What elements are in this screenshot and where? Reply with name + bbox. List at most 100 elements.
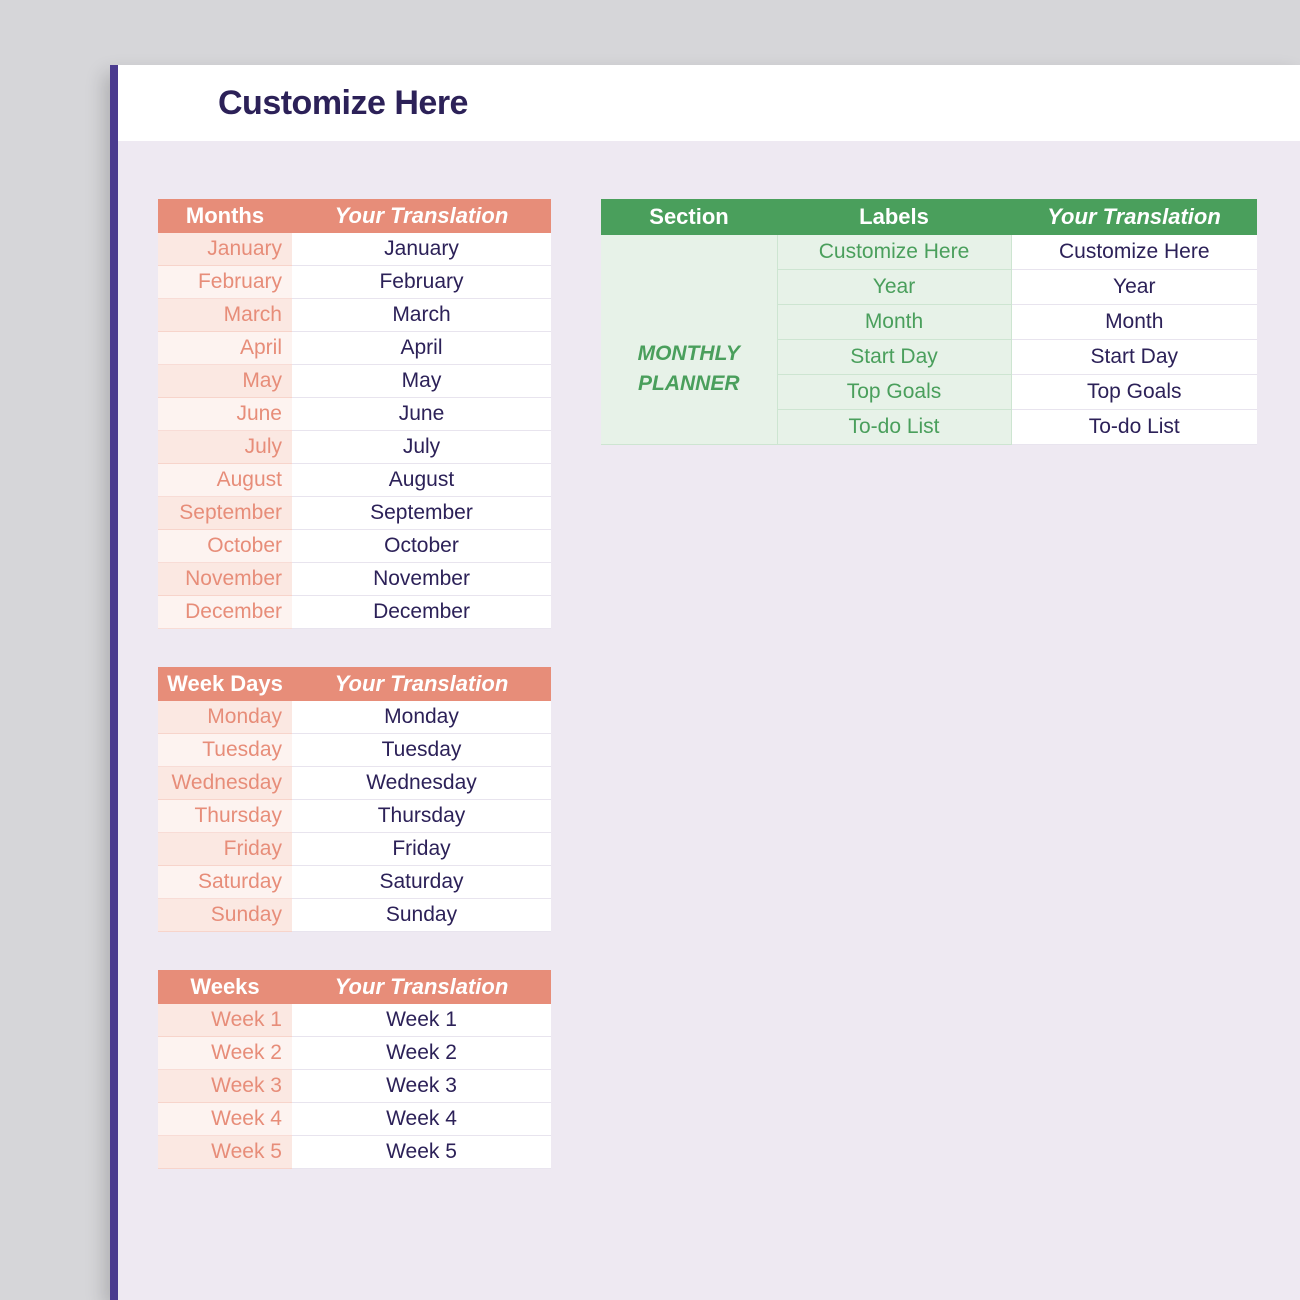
table-row: Monday Monday (158, 701, 551, 734)
table-row: Week 2 Week 2 (158, 1037, 551, 1070)
month-key: September (158, 497, 292, 530)
label-val[interactable]: To-do List (1011, 410, 1257, 445)
month-key: July (158, 431, 292, 464)
label-val[interactable]: Top Goals (1011, 375, 1257, 410)
section-name: MONTHLYPLANNER (601, 235, 777, 445)
weekday-val[interactable]: Wednesday (292, 767, 551, 800)
month-val[interactable]: March (292, 299, 551, 332)
week-key: Week 5 (158, 1136, 292, 1169)
weekday-val[interactable]: Sunday (292, 899, 551, 932)
month-val[interactable]: February (292, 266, 551, 299)
month-key: June (158, 398, 292, 431)
weekday-key: Sunday (158, 899, 292, 932)
weekday-key: Wednesday (158, 767, 292, 800)
title-bar: Customize Here (118, 65, 1300, 141)
weekday-key: Saturday (158, 866, 292, 899)
week-val[interactable]: Week 2 (292, 1037, 551, 1070)
table-row: Tuesday Tuesday (158, 734, 551, 767)
month-key: November (158, 563, 292, 596)
table-row: January January (158, 233, 551, 266)
labels-header-val: Your Translation (1011, 199, 1257, 235)
label-key: Month (777, 305, 1011, 340)
month-val[interactable]: December (292, 596, 551, 629)
month-val[interactable]: May (292, 365, 551, 398)
month-val[interactable]: April (292, 332, 551, 365)
table-row: Thursday Thursday (158, 800, 551, 833)
label-key: Year (777, 270, 1011, 305)
table-row: Sunday Sunday (158, 899, 551, 932)
table-row: February February (158, 266, 551, 299)
table-row: November November (158, 563, 551, 596)
labels-header-label: Labels (777, 199, 1011, 235)
week-key: Week 3 (158, 1070, 292, 1103)
label-val[interactable]: Start Day (1011, 340, 1257, 375)
weekdays-header-key: Week Days (158, 667, 292, 701)
weekdays-header-val: Your Translation (292, 667, 551, 701)
weeks-table: Weeks Your Translation Week 1 Week 1 Wee… (158, 970, 551, 1169)
week-val[interactable]: Week 3 (292, 1070, 551, 1103)
weekdays-tbody: Monday Monday Tuesday Tuesday Wednesday … (158, 701, 551, 932)
month-val[interactable]: October (292, 530, 551, 563)
section-name-line1: MONTHLY (638, 339, 740, 368)
label-key: To-do List (777, 410, 1011, 445)
content-area: Months Your Translation January January … (118, 141, 1300, 1169)
weeks-tbody: Week 1 Week 1 Week 2 Week 2 Week 3 Week … (158, 1004, 551, 1169)
table-row: Saturday Saturday (158, 866, 551, 899)
months-header-key: Months (158, 199, 292, 233)
left-column: Months Your Translation January January … (158, 199, 551, 1169)
month-val[interactable]: June (292, 398, 551, 431)
months-table: Months Your Translation January January … (158, 199, 551, 629)
month-key: May (158, 365, 292, 398)
right-column: Section Labels Your Translation MONTHLYP… (601, 199, 1257, 445)
month-val[interactable]: November (292, 563, 551, 596)
week-val[interactable]: Week 5 (292, 1136, 551, 1169)
week-key: Week 2 (158, 1037, 292, 1070)
weekday-val[interactable]: Friday (292, 833, 551, 866)
week-key: Week 4 (158, 1103, 292, 1136)
label-key: Customize Here (777, 235, 1011, 270)
month-key: April (158, 332, 292, 365)
table-row: Week 5 Week 5 (158, 1136, 551, 1169)
label-val[interactable]: Month (1011, 305, 1257, 340)
table-row: May May (158, 365, 551, 398)
week-val[interactable]: Week 4 (292, 1103, 551, 1136)
table-row: September September (158, 497, 551, 530)
table-row: December December (158, 596, 551, 629)
month-key: December (158, 596, 292, 629)
weeks-header-val: Your Translation (292, 970, 551, 1004)
month-key: January (158, 233, 292, 266)
week-key: Week 1 (158, 1004, 292, 1037)
months-header-val: Your Translation (292, 199, 551, 233)
table-row: MONTHLYPLANNERCustomize HereCustomize He… (601, 235, 1257, 270)
month-val[interactable]: August (292, 464, 551, 497)
month-key: February (158, 266, 292, 299)
weekday-val[interactable]: Monday (292, 701, 551, 734)
section-name-line2: PLANNER (638, 369, 740, 398)
table-row: Week 1 Week 1 (158, 1004, 551, 1037)
table-row: April April (158, 332, 551, 365)
weekdays-table: Week Days Your Translation Monday Monday… (158, 667, 551, 932)
table-row: Week 3 Week 3 (158, 1070, 551, 1103)
weekday-key: Monday (158, 701, 292, 734)
table-row: March March (158, 299, 551, 332)
label-val[interactable]: Year (1011, 270, 1257, 305)
weekday-val[interactable]: Thursday (292, 800, 551, 833)
labels-table: Section Labels Your Translation MONTHLYP… (601, 199, 1257, 445)
month-key: March (158, 299, 292, 332)
weekday-key: Friday (158, 833, 292, 866)
page-title: Customize Here (218, 84, 468, 123)
page: Customize Here Months Your Translation J… (110, 65, 1300, 1300)
week-val[interactable]: Week 1 (292, 1004, 551, 1037)
weekday-val[interactable]: Tuesday (292, 734, 551, 767)
month-val[interactable]: July (292, 431, 551, 464)
weekday-val[interactable]: Saturday (292, 866, 551, 899)
table-row: Wednesday Wednesday (158, 767, 551, 800)
labels-header-section: Section (601, 199, 777, 235)
month-val[interactable]: January (292, 233, 551, 266)
table-row: August August (158, 464, 551, 497)
months-tbody: January January February February March … (158, 233, 551, 629)
label-val[interactable]: Customize Here (1011, 235, 1257, 270)
month-val[interactable]: September (292, 497, 551, 530)
table-row: June June (158, 398, 551, 431)
table-row: Week 4 Week 4 (158, 1103, 551, 1136)
